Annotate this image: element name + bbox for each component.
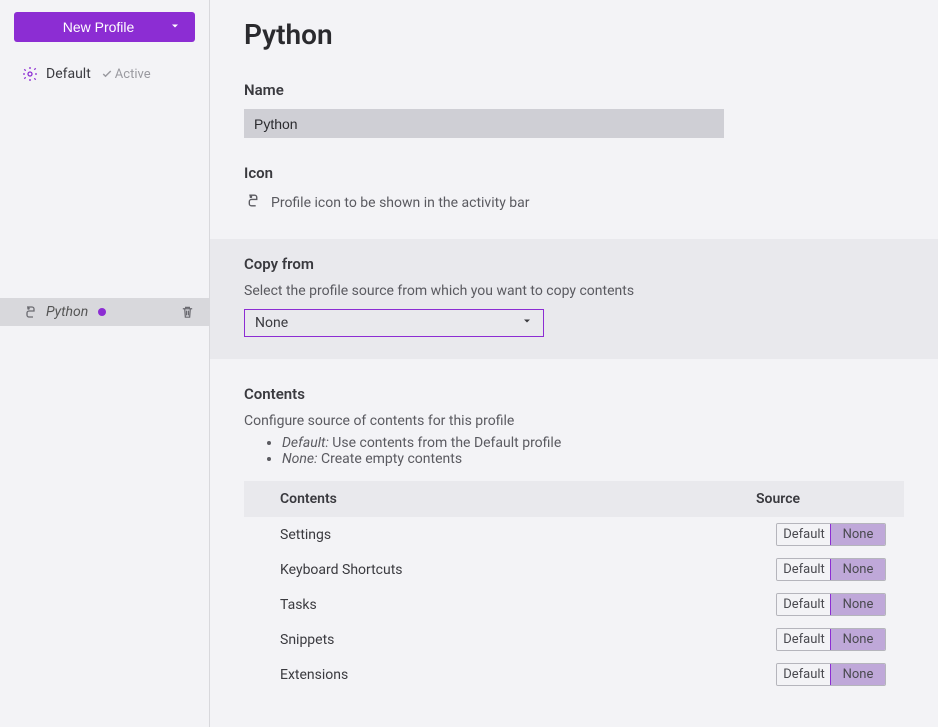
bullet-none: None: Create empty contents bbox=[282, 451, 904, 467]
row-name: Snippets bbox=[280, 632, 776, 648]
sidebar-item-default[interactable]: Default Active bbox=[0, 60, 209, 88]
table-row: Tasks Default None bbox=[244, 587, 904, 622]
icon-description: Profile icon to be shown in the activity… bbox=[271, 195, 530, 211]
snake-icon bbox=[22, 304, 38, 320]
snake-icon[interactable] bbox=[244, 192, 261, 213]
new-profile-label: New Profile bbox=[28, 19, 169, 35]
contents-section: Contents Configure source of contents fo… bbox=[210, 385, 938, 692]
active-badge: Active bbox=[101, 67, 151, 82]
copy-from-section: Copy from Select the profile source from… bbox=[210, 239, 938, 359]
header-source: Source bbox=[756, 491, 886, 507]
icon-label: Icon bbox=[244, 164, 904, 182]
name-section: Name bbox=[210, 81, 938, 138]
table-row: Keyboard Shortcuts Default None bbox=[244, 552, 904, 587]
copy-from-value: None bbox=[255, 315, 288, 331]
header-contents: Contents bbox=[280, 491, 756, 507]
trash-icon[interactable] bbox=[180, 305, 195, 320]
toggle-default[interactable]: Default bbox=[777, 524, 831, 545]
chevron-down-icon bbox=[169, 19, 181, 35]
table-row: Settings Default None bbox=[244, 517, 904, 552]
table-row: Snippets Default None bbox=[244, 622, 904, 657]
toggle-none[interactable]: None bbox=[830, 628, 886, 651]
toggle-none[interactable]: None bbox=[830, 593, 886, 616]
row-name: Keyboard Shortcuts bbox=[280, 562, 776, 578]
toggle-none[interactable]: None bbox=[830, 558, 886, 581]
sidebar-item-label: Default bbox=[46, 66, 91, 82]
sidebar-item-python[interactable]: Python bbox=[0, 298, 209, 326]
table-row: Extensions Default None bbox=[244, 657, 904, 692]
main-panel: Python Name Icon Profile icon to be show… bbox=[210, 0, 938, 727]
bullet-default: Default: Use contents from the Default p… bbox=[282, 435, 904, 451]
copy-from-label: Copy from bbox=[244, 255, 904, 273]
source-toggle[interactable]: Default None bbox=[776, 558, 886, 581]
row-name: Tasks bbox=[280, 597, 776, 613]
icon-section: Icon Profile icon to be shown in the act… bbox=[210, 164, 938, 213]
row-name: Settings bbox=[280, 527, 776, 543]
unsaved-dot-icon bbox=[98, 308, 106, 316]
name-label: Name bbox=[244, 81, 904, 99]
contents-bullets: Default: Use contents from the Default p… bbox=[282, 435, 904, 467]
toggle-none[interactable]: None bbox=[830, 523, 886, 546]
source-toggle[interactable]: Default None bbox=[776, 593, 886, 616]
toggle-default[interactable]: Default bbox=[777, 559, 831, 580]
profile-name-input[interactable] bbox=[244, 109, 724, 138]
source-toggle[interactable]: Default None bbox=[776, 628, 886, 651]
toggle-default[interactable]: Default bbox=[777, 594, 831, 615]
contents-table-header: Contents Source bbox=[244, 481, 904, 517]
toggle-default[interactable]: Default bbox=[777, 664, 831, 685]
contents-description: Configure source of contents for this pr… bbox=[244, 413, 904, 429]
sidebar-item-label: Python bbox=[46, 304, 88, 320]
sidebar: New Profile Default Active Python bbox=[0, 0, 210, 727]
source-toggle[interactable]: Default None bbox=[776, 663, 886, 686]
copy-from-select[interactable]: None bbox=[244, 309, 544, 337]
source-toggle[interactable]: Default None bbox=[776, 523, 886, 546]
row-name: Extensions bbox=[280, 667, 776, 683]
toggle-none[interactable]: None bbox=[830, 663, 886, 686]
new-profile-button[interactable]: New Profile bbox=[14, 12, 195, 42]
chevron-down-icon bbox=[521, 315, 533, 331]
page-title: Python bbox=[244, 18, 938, 51]
contents-label: Contents bbox=[244, 385, 904, 403]
copy-from-description: Select the profile source from which you… bbox=[244, 283, 904, 299]
toggle-default[interactable]: Default bbox=[777, 629, 831, 650]
gear-icon bbox=[22, 66, 38, 82]
